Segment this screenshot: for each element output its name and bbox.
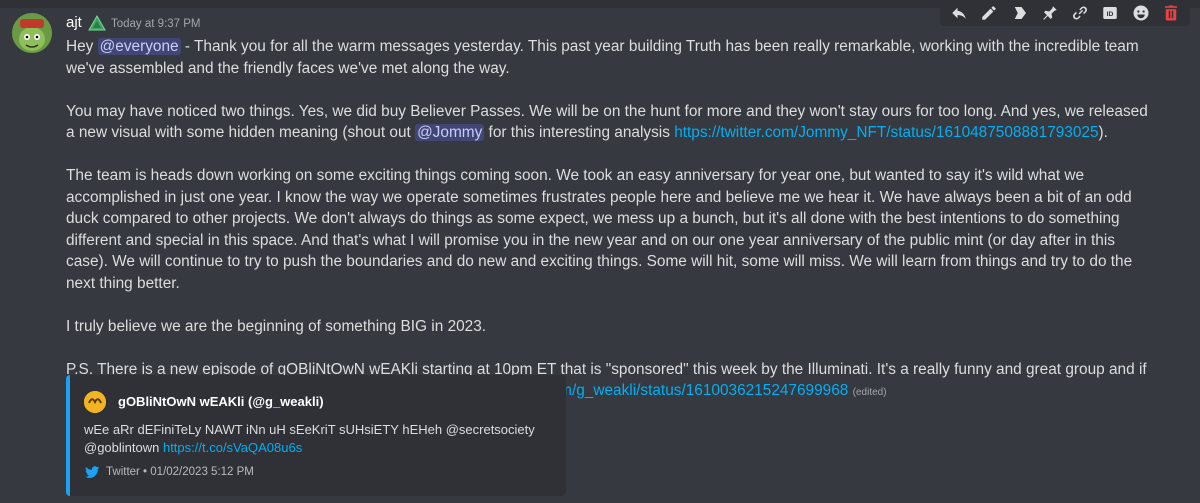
- edit-icon: [982, 6, 997, 20]
- reply-button[interactable]: [948, 2, 970, 24]
- username[interactable]: ajt: [66, 14, 82, 31]
- avatar[interactable]: [12, 13, 52, 53]
- mention-jommy[interactable]: @Jommy: [415, 124, 485, 141]
- twitter-embed: gOBliNtOwN wEAKli (@g_weakli) wEe aRr dE…: [66, 375, 566, 496]
- pin-icon: [1043, 6, 1057, 20]
- copy-id-icon: ID: [1103, 7, 1118, 19]
- embed-footer: Twitter • 01/02/2023 5:12 PM: [84, 464, 254, 480]
- message-content: Hey @everyone - Thank you for all the wa…: [66, 36, 1156, 425]
- goblin-avatar-image: [12, 13, 52, 53]
- message-paragraph: The team is heads down working on some e…: [66, 167, 1133, 292]
- copy-id-button[interactable]: ID: [1099, 2, 1121, 24]
- forward-button[interactable]: [1009, 2, 1031, 24]
- message-paragraph: Hey @everyone - Thank you for all the wa…: [66, 38, 1139, 77]
- message-toolbar: ID: [940, 0, 1190, 26]
- link-icon: [1073, 6, 1088, 20]
- triangle-role-icon: [88, 14, 106, 31]
- message-paragraph: You may have noticed two things. Yes, we…: [66, 102, 1148, 141]
- embed-footer-text: Twitter • 01/02/2023 5:12 PM: [106, 466, 254, 478]
- timestamp: Today at 9:37 PM: [111, 18, 201, 30]
- edited-label: (edited): [852, 387, 887, 398]
- delete-icon: [1164, 5, 1177, 21]
- delete-button[interactable]: [1160, 2, 1182, 24]
- twitter-icon: [85, 466, 100, 478]
- embed-author-name[interactable]: gOBliNtOwN wEAKli (@g_weakli): [118, 394, 324, 409]
- reply-icon: [952, 7, 966, 19]
- copy-link-button[interactable]: [1069, 2, 1091, 24]
- add-reaction-button[interactable]: [1130, 2, 1152, 24]
- svg-text:ID: ID: [1107, 11, 1114, 18]
- pin-button[interactable]: [1039, 2, 1061, 24]
- edit-button[interactable]: [978, 2, 1000, 24]
- embed-link[interactable]: https://t.co/sVaQA08u6s: [163, 440, 302, 455]
- forward-icon: [1014, 7, 1026, 19]
- emoji-icon: [1133, 5, 1149, 21]
- goblin-logo-icon: [84, 391, 106, 413]
- embed-description: wEe aRr dEFiniTeLy NAWT iNn uH sEeKriT s…: [84, 422, 535, 455]
- jommy-tweet-link[interactable]: https://twitter.com/Jommy_NFT/status/161…: [674, 124, 1098, 141]
- message-paragraph: I truly believe we are the beginning of …: [66, 317, 487, 335]
- embed-author-avatar[interactable]: [84, 391, 106, 413]
- mention-everyone[interactable]: @everyone: [97, 38, 181, 55]
